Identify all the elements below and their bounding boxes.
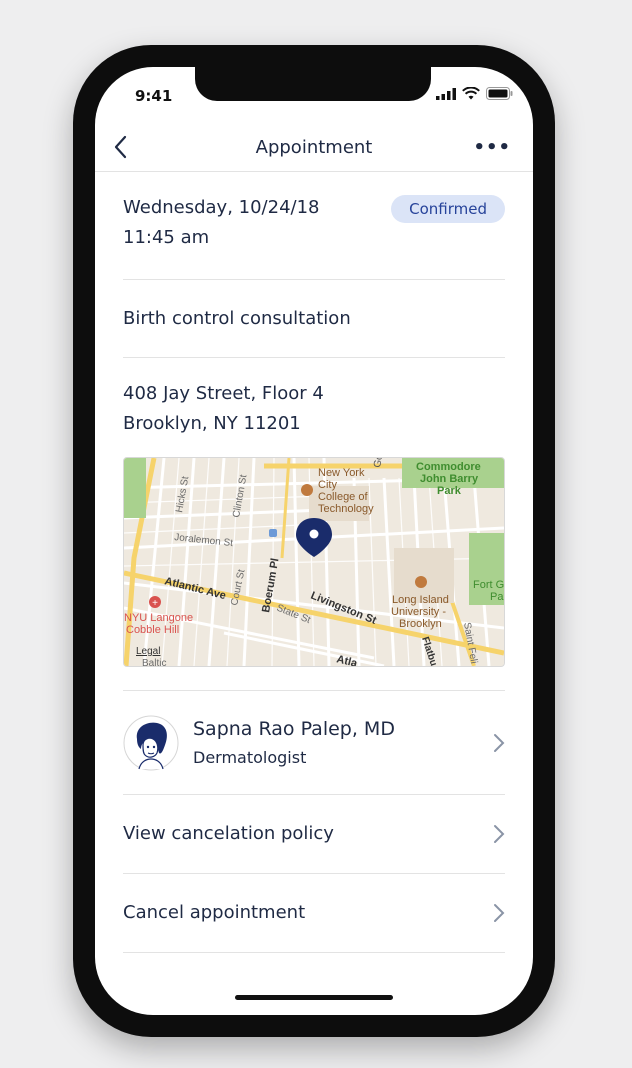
phone-frame: 9:41 Appointment ••• Wednesday, 10/24/18… — [73, 45, 555, 1037]
map-canvas: + Commodore John Barry Park Go New York … — [124, 458, 504, 666]
map-label: Cobble Hill — [126, 624, 179, 636]
status-icons — [436, 87, 513, 100]
status-time: 9:41 — [135, 87, 173, 105]
map-label: Brooklyn — [399, 618, 442, 630]
map-label: Legal — [136, 646, 160, 657]
chevron-right-icon — [494, 825, 505, 843]
doctor-specialty: Dermatologist — [193, 747, 307, 767]
doctor-avatar — [123, 715, 179, 770]
cancel-appointment-label: Cancel appointment — [123, 902, 306, 923]
doctor-row[interactable]: Sapna Rao Palep, MD Dermatologist — [123, 691, 505, 795]
svg-text:+: + — [152, 598, 158, 609]
location-section: 408 Jay Street, Floor 4 Brooklyn, NY 112… — [123, 358, 505, 691]
doctor-info: Sapna Rao Palep, MD Dermatologist — [123, 715, 395, 771]
address-line-2: Brooklyn, NY 11201 — [123, 413, 301, 434]
address-line-1: 408 Jay Street, Floor 4 — [123, 383, 324, 404]
screen: 9:41 Appointment ••• Wednesday, 10/24/18… — [95, 67, 533, 1015]
nav-bar: Appointment ••• — [95, 125, 533, 172]
map-label: Long Island — [392, 594, 449, 606]
cancel-appointment-row[interactable]: Cancel appointment — [123, 874, 505, 953]
wifi-icon — [462, 87, 480, 100]
map-label: NYU Langone — [124, 612, 193, 624]
notch — [195, 67, 431, 101]
map-label: New York — [318, 467, 365, 479]
appointment-reason: Birth control consultation — [123, 307, 351, 329]
cancel-policy-label: View cancelation policy — [123, 823, 334, 844]
page-title: Appointment — [255, 137, 373, 158]
map-label: Park — [437, 485, 462, 497]
doctor-name: Sapna Rao Palep, MD — [193, 717, 395, 740]
chevron-right-icon — [494, 733, 505, 752]
map-label: City — [318, 479, 337, 491]
map-label: University - — [391, 606, 446, 618]
more-options-icon[interactable]: ••• — [473, 137, 511, 158]
map-label: Pa — [490, 591, 504, 603]
cancel-policy-row[interactable]: View cancelation policy — [123, 795, 505, 874]
location-map[interactable]: + Commodore John Barry Park Go New York … — [123, 457, 505, 667]
map-label: College of — [318, 491, 368, 503]
chevron-right-icon — [494, 904, 505, 922]
map-label: John Barry — [420, 473, 479, 485]
datetime-section: Wednesday, 10/24/18 11:45 am Confirmed — [123, 171, 505, 280]
map-label: Fort G — [473, 579, 504, 591]
map-label: Baltic — [142, 658, 166, 666]
map-label: Commodore — [416, 461, 481, 473]
home-indicator[interactable] — [235, 995, 393, 1000]
battery-icon — [486, 87, 513, 100]
reason-section: Birth control consultation — [123, 280, 505, 358]
map-label: Technology — [318, 503, 374, 515]
appointment-details: Wednesday, 10/24/18 11:45 am Confirmed B… — [123, 171, 505, 953]
appointment-time: 11:45 am — [123, 227, 210, 248]
status-badge: Confirmed — [391, 195, 505, 223]
signal-icon — [436, 87, 456, 100]
